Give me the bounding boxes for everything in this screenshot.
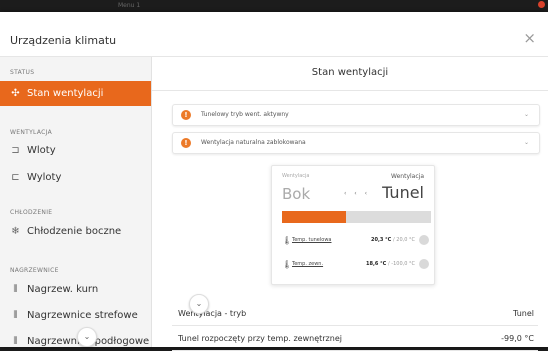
row-key: Tunel rozpoczęty przy temp. zewnętrznej xyxy=(178,334,342,343)
transition-arrows-icon: ‹ ‹ ‹ xyxy=(344,190,371,197)
divider xyxy=(152,90,548,91)
background-window-strip: Menu 1 xyxy=(0,0,548,12)
inlet-icon: ⊐ xyxy=(11,145,20,156)
row-value: -99,0 °C xyxy=(501,334,534,343)
alert-natural-blocked[interactable]: ! Wentylacja naturalna zablokowana ⌄ xyxy=(172,132,540,154)
table-row: Wentylacja - tryb Tunel xyxy=(172,301,538,326)
main-panel: Stan wentylacji ! Tunelowy tryb went. ak… xyxy=(152,57,548,351)
background-window-title: Menu 1 xyxy=(118,2,141,9)
sidebar-item-label: Chłodzenie boczne xyxy=(27,226,122,237)
left-mode-value: Bok xyxy=(282,185,311,203)
temp-target: / -100,0 °C xyxy=(388,261,415,267)
settings-knob-icon[interactable] xyxy=(419,259,429,269)
row-key: Wentylacja - tryb xyxy=(178,309,247,318)
sidebar-scroll-down-button[interactable]: ⌄ xyxy=(77,327,97,347)
sidebar-item-label: Nagrzewnice strefowe xyxy=(27,310,138,321)
dialog-title: Urządzenia klimatu xyxy=(10,34,117,47)
row-value: Tunel xyxy=(513,309,534,318)
warning-icon: ! xyxy=(181,110,191,120)
temp-label[interactable]: Temp. tunelowa xyxy=(292,237,331,243)
sidebar-item-label: Nagrzew. kurn xyxy=(27,284,99,295)
sidebar-section-chlodzenie: CHŁODZENIE xyxy=(10,209,53,216)
background-close-icon xyxy=(538,1,545,8)
outlet-icon: ⊏ xyxy=(11,172,20,183)
temp-tunnel-row: 🌡 Temp. tunelowa 20,3 °C / 20,0 °C xyxy=(282,234,431,248)
dialog-header: Urządzenia klimatu × xyxy=(0,12,548,57)
temp-current: 18,6 °C xyxy=(366,261,387,267)
sidebar-item-label: Stan wentylacji xyxy=(27,88,104,99)
heater-icon: ⦀ xyxy=(13,336,18,347)
sidebar-item-wyloty[interactable]: ⊏ Wyloty xyxy=(10,172,61,183)
chevron-down-icon[interactable]: ⌄ xyxy=(524,139,529,146)
sidebar: STATUS ✣ Stan wentylacji WENTYLACJA ⊐ Wl… xyxy=(0,57,152,347)
left-mode-label: Wentylacja xyxy=(282,173,310,179)
mode-progress-bar xyxy=(282,211,431,223)
chevron-down-icon[interactable]: ⌄ xyxy=(524,111,529,118)
sidebar-item-nagrzew-kurn[interactable]: ⦀ Nagrzew. kurn xyxy=(10,284,98,295)
heater-icon: ⦀ xyxy=(13,284,18,295)
sidebar-item-stan-wentylacji[interactable]: ✣ Stan wentylacji xyxy=(0,81,151,106)
table-row: Tunel rozpoczęty przy temp. zewnętrznej … xyxy=(172,326,538,351)
sidebar-section-nagrzewnice: NAGRZEWNICE xyxy=(10,267,59,274)
climate-devices-dialog: Urządzenia klimatu × STATUS ✣ Stan wenty… xyxy=(0,12,548,351)
main-scroll-down-button[interactable]: ⌄ xyxy=(189,294,209,314)
mode-progress-fill xyxy=(282,211,347,223)
thermometer-icon: 🌡 xyxy=(282,260,293,269)
temp-outside-row: 🌡 Temp. zewn. 18,6 °C / -100,0 °C xyxy=(282,258,431,272)
right-mode-value: Tunel xyxy=(382,183,424,202)
settings-knob-icon[interactable] xyxy=(419,235,429,245)
heater-icon: ⦀ xyxy=(13,310,18,321)
temp-value: 20,3 °C / 20,0 °C xyxy=(371,237,415,243)
close-icon[interactable]: × xyxy=(523,31,536,46)
temp-label[interactable]: Temp. zewn. xyxy=(292,261,323,267)
alert-tunnel-mode[interactable]: ! Tunelowy tryb went. aktywny ⌄ xyxy=(172,104,540,126)
page-title: Stan wentylacji xyxy=(311,67,389,78)
temp-value: 18,6 °C / -100,0 °C xyxy=(366,261,415,267)
alert-text: Wentylacja naturalna zablokowana xyxy=(201,139,306,146)
sidebar-item-label: Wloty xyxy=(27,145,56,156)
sidebar-item-wloty[interactable]: ⊐ Wloty xyxy=(10,145,56,156)
sidebar-item-nagrzewnice-strefowe[interactable]: ⦀ Nagrzewnice strefowe xyxy=(10,310,138,321)
cooling-icon: ❄ xyxy=(11,226,20,237)
temp-current: 20,3 °C xyxy=(371,237,392,243)
ventilation-mode-card: Wentylacja Wentylacja Bok ‹ ‹ ‹ Tunel 🌡 … xyxy=(271,165,435,285)
sidebar-item-chlodzenie-boczne[interactable]: ❄ Chłodzenie boczne xyxy=(10,226,121,237)
right-mode-label: Wentylacja xyxy=(391,173,424,180)
thermometer-icon: 🌡 xyxy=(282,236,293,245)
warning-icon: ! xyxy=(181,138,191,148)
alert-text: Tunelowy tryb went. aktywny xyxy=(201,111,289,118)
fan-icon: ✣ xyxy=(11,88,20,99)
sidebar-section-wentylacja: WENTYLACJA xyxy=(10,129,52,136)
temp-target: / 20,0 °C xyxy=(393,237,415,243)
sidebar-section-status: STATUS xyxy=(10,69,35,76)
sidebar-item-label: Wyloty xyxy=(27,172,62,183)
